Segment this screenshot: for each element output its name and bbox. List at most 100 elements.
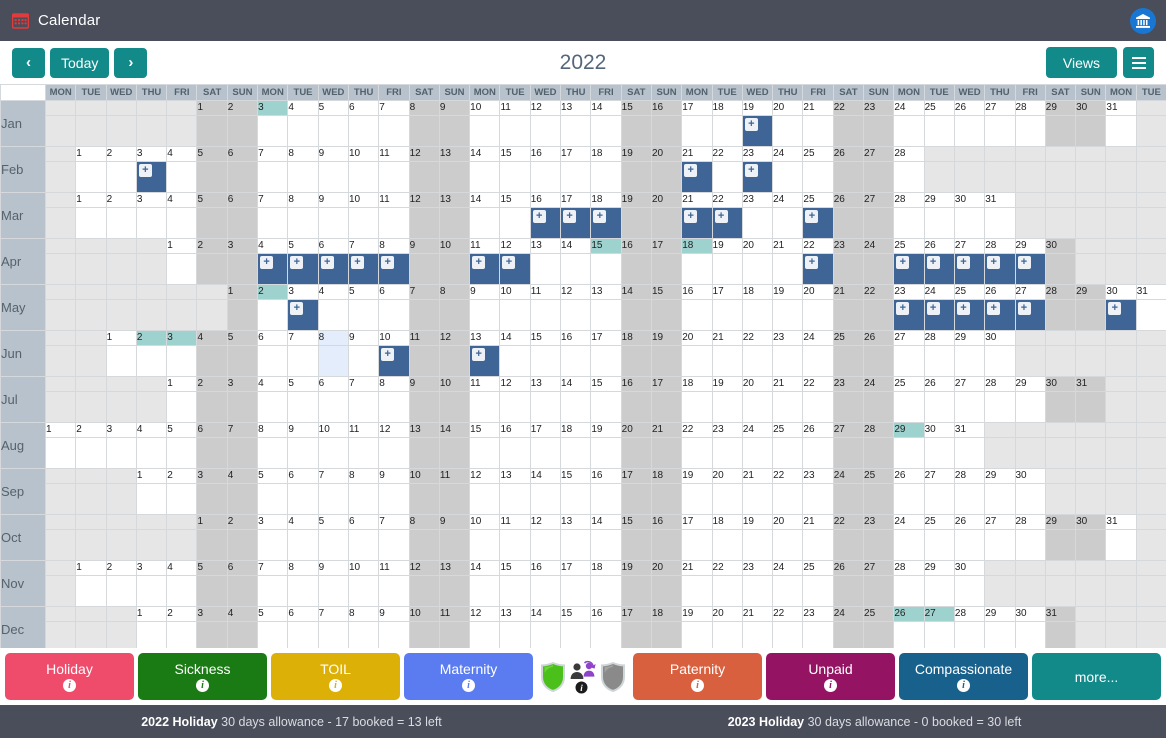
day-number-jul-19[interactable]: 19 (711, 376, 743, 392)
day-cell[interactable] (560, 575, 592, 607)
day-number-sep-19[interactable]: 19 (681, 468, 713, 484)
today-button[interactable]: Today (50, 47, 110, 78)
day-number-jul-7[interactable]: 7 (347, 376, 380, 392)
day-cell[interactable] (741, 253, 774, 285)
day-number-nov-3[interactable]: 3 (135, 560, 168, 576)
day-number-mar-8[interactable]: 8 (287, 192, 319, 208)
day-cell[interactable] (378, 483, 410, 515)
day-cell[interactable] (620, 483, 652, 515)
day-number-jan-6[interactable]: 6 (347, 100, 380, 116)
day-cell[interactable] (257, 207, 289, 239)
day-cell[interactable] (226, 115, 259, 147)
day-number-oct-18[interactable]: 18 (711, 514, 743, 530)
day-cell[interactable] (560, 345, 592, 377)
day-number-jun-6[interactable]: 6 (257, 330, 289, 346)
day-cell[interactable] (257, 161, 289, 193)
day-number-oct-5[interactable]: 5 (317, 514, 349, 530)
prev-period-button[interactable]: ‹ (12, 47, 45, 78)
month-label-jun[interactable]: Jun (0, 330, 46, 377)
day-cell[interactable] (863, 437, 895, 469)
booking-cell-mar-17[interactable]: + (560, 207, 592, 239)
day-number-jul-18[interactable]: 18 (681, 376, 713, 392)
day-number-aug-12[interactable]: 12 (378, 422, 410, 438)
day-number-jan-10[interactable]: 10 (469, 100, 501, 116)
day-cell[interactable] (1105, 529, 1137, 561)
day-cell[interactable] (741, 345, 774, 377)
add-booking-icon[interactable]: + (472, 348, 486, 361)
day-cell[interactable] (984, 391, 1016, 423)
day-cell[interactable] (863, 575, 895, 607)
day-number-dec-9[interactable]: 9 (378, 606, 410, 622)
day-number-aug-30[interactable]: 30 (923, 422, 955, 438)
day-number-mar-14[interactable]: 14 (469, 192, 501, 208)
day-number-feb-6[interactable]: 6 (226, 146, 259, 162)
day-number-aug-3[interactable]: 3 (105, 422, 137, 438)
day-cell[interactable] (590, 161, 622, 193)
day-cell[interactable] (529, 437, 562, 469)
day-number-mar-31[interactable]: 31 (984, 192, 1016, 208)
day-number-aug-1[interactable]: 1 (44, 422, 77, 438)
day-number-aug-26[interactable]: 26 (802, 422, 834, 438)
day-number-oct-9[interactable]: 9 (438, 514, 471, 530)
day-cell[interactable] (802, 575, 834, 607)
day-cell[interactable] (166, 345, 198, 377)
day-cell[interactable] (529, 483, 562, 515)
day-number-aug-5[interactable]: 5 (166, 422, 198, 438)
day-cell[interactable] (802, 391, 834, 423)
day-number-oct-21[interactable]: 21 (802, 514, 834, 530)
day-number-nov-4[interactable]: 4 (166, 560, 198, 576)
day-number-mar-9[interactable]: 9 (317, 192, 349, 208)
day-cell[interactable] (832, 253, 865, 285)
add-booking-icon[interactable]: + (472, 256, 486, 269)
day-cell[interactable] (741, 391, 774, 423)
day-number-apr-16[interactable]: 16 (620, 238, 652, 254)
day-cell[interactable] (1075, 391, 1107, 423)
day-number-feb-7[interactable]: 7 (257, 146, 289, 162)
day-cell[interactable] (802, 115, 834, 147)
day-cell[interactable] (772, 161, 804, 193)
day-cell[interactable] (226, 161, 259, 193)
day-number-jan-26[interactable]: 26 (953, 100, 986, 116)
day-number-jul-31[interactable]: 31 (1075, 376, 1107, 392)
day-cell[interactable] (287, 207, 319, 239)
day-number-dec-18[interactable]: 18 (650, 606, 683, 622)
day-cell[interactable] (469, 575, 501, 607)
day-cell[interactable] (711, 483, 743, 515)
day-cell[interactable] (832, 207, 865, 239)
day-number-aug-28[interactable]: 28 (863, 422, 895, 438)
day-cell[interactable] (711, 253, 743, 285)
day-number-aug-15[interactable]: 15 (469, 422, 501, 438)
day-number-apr-22[interactable]: 22 (802, 238, 834, 254)
month-label-feb[interactable]: Feb (0, 146, 46, 193)
day-number-jan-1[interactable]: 1 (196, 100, 228, 116)
day-cell[interactable] (953, 207, 986, 239)
day-number-dec-29[interactable]: 29 (984, 606, 1016, 622)
day-cell[interactable] (317, 207, 349, 239)
day-number-jul-17[interactable]: 17 (650, 376, 683, 392)
day-cell[interactable] (166, 575, 198, 607)
day-cell[interactable] (378, 437, 410, 469)
day-number-jun-29[interactable]: 29 (953, 330, 986, 346)
day-number-aug-9[interactable]: 9 (287, 422, 319, 438)
day-cell[interactable] (378, 529, 410, 561)
day-number-jan-2[interactable]: 2 (226, 100, 259, 116)
day-number-jul-2[interactable]: 2 (196, 376, 228, 392)
day-cell[interactable] (681, 437, 713, 469)
day-cell[interactable] (196, 437, 228, 469)
day-number-sep-28[interactable]: 28 (953, 468, 986, 484)
day-number-jun-24[interactable]: 24 (802, 330, 834, 346)
day-number-dec-1[interactable]: 1 (135, 606, 168, 622)
month-label-nov[interactable]: Nov (0, 560, 46, 607)
day-number-mar-11[interactable]: 11 (378, 192, 410, 208)
day-cell[interactable] (257, 437, 289, 469)
day-cell[interactable] (620, 391, 652, 423)
add-booking-icon[interactable]: + (290, 302, 304, 315)
day-number-jun-15[interactable]: 15 (529, 330, 562, 346)
day-number-jul-8[interactable]: 8 (378, 376, 410, 392)
day-number-mar-28[interactable]: 28 (893, 192, 925, 208)
day-number-sep-20[interactable]: 20 (711, 468, 743, 484)
day-number-oct-13[interactable]: 13 (560, 514, 592, 530)
day-number-dec-30[interactable]: 30 (1014, 606, 1046, 622)
day-number-sep-18[interactable]: 18 (650, 468, 683, 484)
day-number-oct-11[interactable]: 11 (499, 514, 531, 530)
